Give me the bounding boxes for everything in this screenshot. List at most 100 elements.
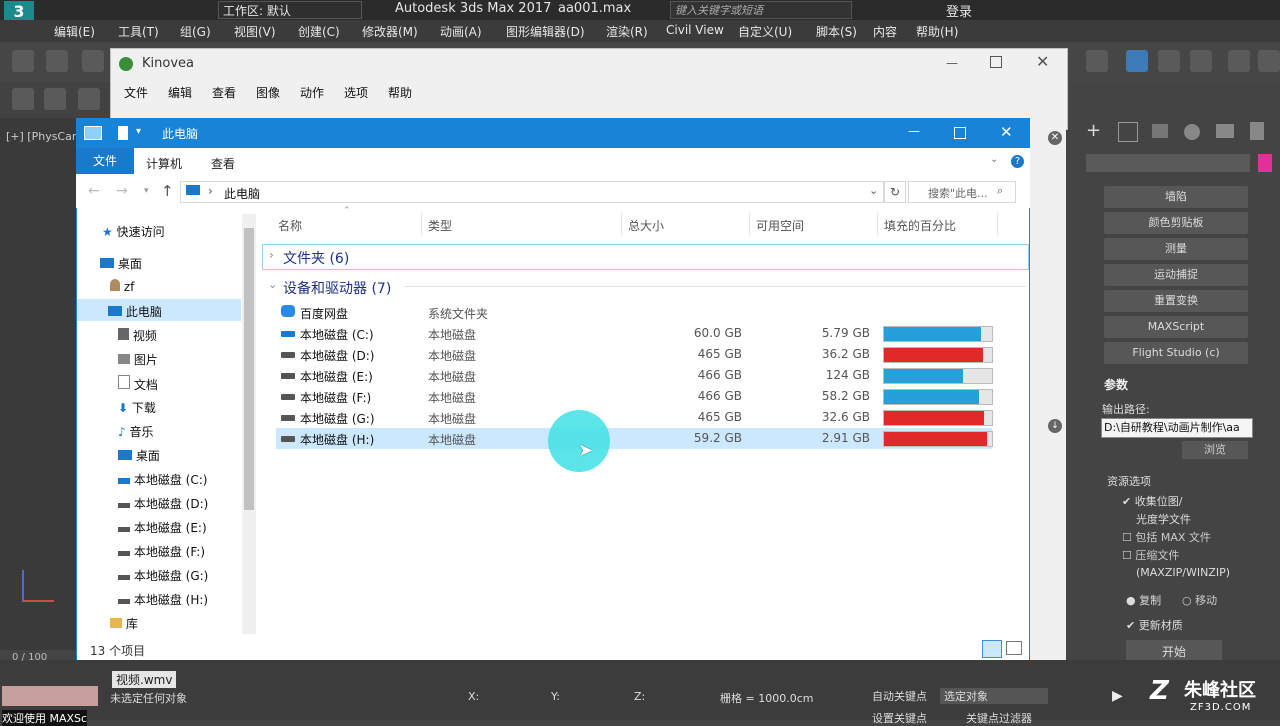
kinovea-menu-options[interactable]: 选项: [344, 84, 368, 101]
selected-object-dropdown[interactable]: 选定对象: [940, 688, 1048, 704]
up-icon[interactable]: ↑: [161, 182, 174, 200]
render-icon[interactable]: [1258, 50, 1280, 72]
copy-radio[interactable]: ● 复制: [1126, 592, 1161, 608]
compress-checkbox[interactable]: ☐ 压缩文件: [1122, 547, 1179, 563]
kinovea-menu-file[interactable]: 文件: [124, 84, 148, 101]
nav-drive-h[interactable]: 本地磁盘 (H:): [118, 591, 208, 608]
address-dropdown-icon[interactable]: ⌄: [869, 184, 878, 197]
create-tab-icon[interactable]: +: [1086, 122, 1104, 140]
teapot-icon[interactable]: [12, 88, 34, 110]
autokey-button[interactable]: 自动关键点: [872, 688, 927, 704]
nav-pictures[interactable]: 图片: [118, 351, 158, 368]
panel-button-4[interactable]: 运动捕捉: [1104, 264, 1248, 286]
toolbar-icon-b[interactable]: [1126, 50, 1148, 72]
browse-button[interactable]: 浏览: [1182, 441, 1248, 459]
address-bar[interactable]: › 此电脑 ⌄: [180, 181, 884, 203]
nav-drive-c[interactable]: 本地磁盘 (C:): [118, 471, 207, 488]
nav-libraries[interactable]: 库: [110, 615, 138, 632]
menu-edit[interactable]: 编辑(E): [54, 23, 95, 40]
panel-button-3[interactable]: 测量: [1104, 238, 1248, 260]
menu-modifiers[interactable]: 修改器(M): [362, 23, 418, 40]
kinovea-menu-help[interactable]: 帮助: [388, 84, 412, 101]
nav-this-pc[interactable]: 此电脑: [108, 303, 162, 320]
color-swatch[interactable]: [1258, 154, 1272, 172]
name-field[interactable]: [1086, 154, 1250, 172]
drive-g-name[interactable]: 本地磁盘 (G:): [300, 410, 375, 427]
tab-file[interactable]: 文件: [76, 148, 134, 174]
search-field[interactable]: 键入关键字或短语: [670, 1, 852, 19]
kinovea-minimize-button[interactable]: —: [946, 56, 958, 70]
include-max-checkbox[interactable]: ☐ 包括 MAX 文件: [1122, 529, 1211, 545]
tab-view[interactable]: 查看: [211, 155, 235, 172]
menu-customize[interactable]: 自定义(U): [738, 23, 792, 40]
play-icon[interactable]: ▶: [1112, 688, 1123, 704]
viewport-label[interactable]: [+] [PhysCam: [6, 130, 83, 143]
keyfilter-button[interactable]: 关键点过滤器: [966, 710, 1032, 726]
forward-icon[interactable]: →: [116, 183, 128, 199]
redo-icon[interactable]: [46, 50, 68, 72]
kinovea-close-pane-icon[interactable]: ✕: [1048, 131, 1062, 145]
login-button[interactable]: 登录: [946, 1, 972, 20]
details-view-icon[interactable]: [982, 640, 1002, 658]
kinovea-maximize-button[interactable]: [990, 56, 1002, 68]
nav-desktop-2[interactable]: 桌面: [118, 447, 160, 464]
utilities-tab-icon[interactable]: [1250, 122, 1264, 140]
col-total[interactable]: 总大小: [628, 217, 664, 234]
update-materials-checkbox[interactable]: ✔ 更新材质: [1126, 617, 1183, 633]
panel-button-2[interactable]: 颜色剪贴板: [1104, 212, 1248, 234]
back-icon[interactable]: ←: [88, 183, 100, 199]
menu-civil-view[interactable]: Civil View: [666, 23, 724, 37]
drive-e-name[interactable]: 本地磁盘 (E:): [300, 368, 373, 385]
material-icon[interactable]: [44, 88, 66, 110]
menu-group[interactable]: 组(G): [180, 23, 211, 40]
nav-documents[interactable]: 文档: [118, 375, 158, 393]
menu-view[interactable]: 视图(V): [234, 23, 276, 40]
motion-tab-icon[interactable]: [1184, 124, 1200, 140]
modify-tab-icon[interactable]: [1118, 122, 1138, 142]
kinovea-menu-image[interactable]: 图像: [256, 84, 280, 101]
curve-editor-icon[interactable]: [1158, 50, 1180, 72]
nav-downloads[interactable]: ⬇ 下载: [118, 399, 156, 416]
menu-content[interactable]: 内容: [873, 23, 897, 40]
chevron-down-icon[interactable]: ▾: [136, 126, 141, 137]
drive-d-name[interactable]: 本地磁盘 (D:): [300, 347, 374, 364]
setkey-button[interactable]: 设置关键点: [872, 710, 927, 726]
chevron-right-icon[interactable]: ›: [269, 248, 274, 262]
nav-user[interactable]: zf: [110, 279, 134, 294]
menu-rendering[interactable]: 渲染(R): [606, 23, 648, 40]
kinovea-menu-view[interactable]: 查看: [212, 84, 236, 101]
nav-scrollbar[interactable]: [242, 214, 256, 634]
group-folders-row[interactable]: [262, 244, 1029, 270]
nav-music[interactable]: ♪ 音乐: [118, 423, 154, 440]
quick-access-icon[interactable]: [118, 126, 128, 140]
baidu-row[interactable]: [276, 302, 992, 322]
menu-tools[interactable]: 工具(T): [118, 23, 159, 40]
menu-animation[interactable]: 动画(A): [440, 23, 482, 40]
chevron-down-icon[interactable]: ⌄: [268, 278, 277, 291]
drive-c-name[interactable]: 本地磁盘 (C:): [300, 326, 374, 343]
explorer-close-button[interactable]: ✕: [1000, 123, 1013, 141]
search-box[interactable]: 搜索"此电... ⌕: [908, 181, 1016, 203]
menu-help[interactable]: 帮助(H): [916, 23, 958, 40]
toolbar-icon-a[interactable]: [1086, 50, 1108, 72]
maxscript-listener[interactable]: [2, 686, 98, 706]
drive-f-name[interactable]: 本地磁盘 (F:): [300, 389, 371, 406]
nav-drive-g[interactable]: 本地磁盘 (G:): [118, 567, 208, 584]
nav-drive-f[interactable]: 本地磁盘 (F:): [118, 543, 205, 560]
tab-computer[interactable]: 计算机: [146, 155, 182, 172]
workspace-dropdown[interactable]: 工作区: 默认: [218, 1, 362, 19]
link-icon[interactable]: [82, 50, 104, 72]
large-icons-view-icon[interactable]: [1006, 641, 1022, 655]
help-icon[interactable]: ?: [1011, 155, 1024, 168]
menu-graph-editors[interactable]: 图形编辑器(D): [506, 23, 585, 40]
output-path-field[interactable]: D:\自研教程\动画片制作\aa: [1101, 418, 1253, 438]
hierarchy-tab-icon[interactable]: [1152, 124, 1168, 138]
nav-desktop[interactable]: 桌面: [100, 255, 142, 272]
nav-quick-access[interactable]: ★ 快速访问: [102, 223, 165, 240]
kinovea-close-button[interactable]: ✕: [1036, 52, 1049, 71]
menu-create[interactable]: 创建(C): [298, 23, 340, 40]
col-free[interactable]: 可用空间: [756, 217, 804, 234]
explorer-minimize-button[interactable]: —: [908, 124, 920, 138]
nav-videos[interactable]: 视频: [118, 327, 157, 344]
nav-drive-e[interactable]: 本地磁盘 (E:): [118, 519, 207, 536]
